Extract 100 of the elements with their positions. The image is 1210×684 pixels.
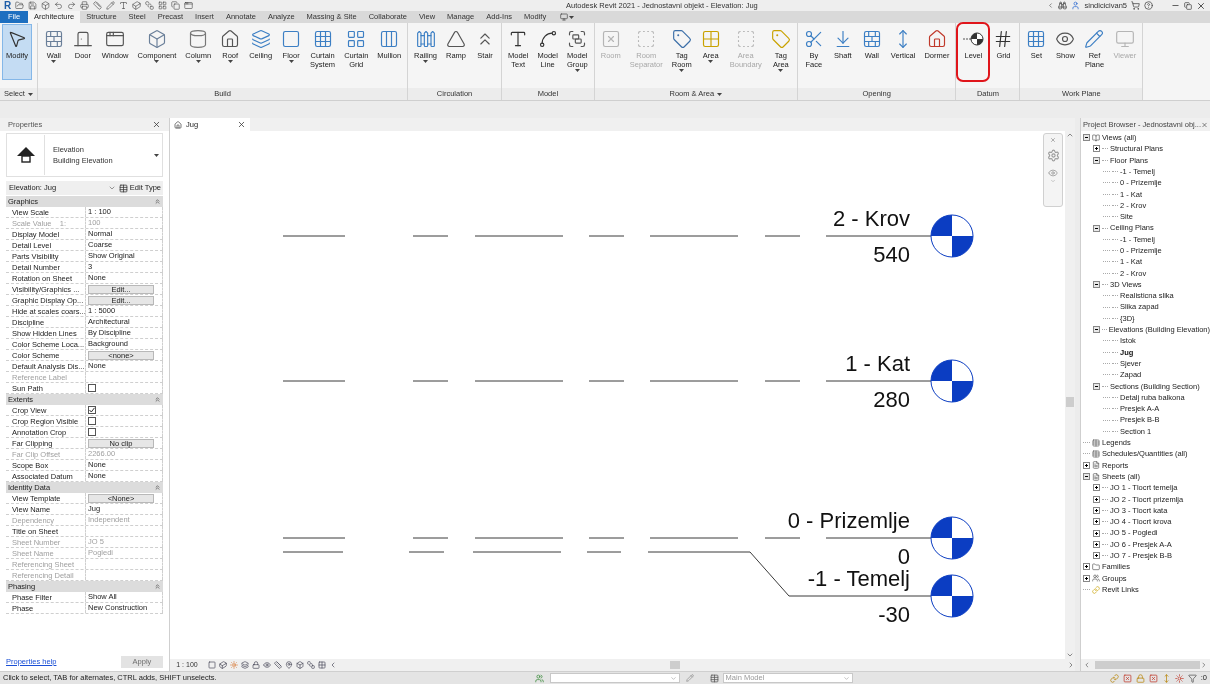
collapse-icon[interactable] [1093,326,1100,334]
collapse-icon[interactable] [1093,281,1100,288]
checkbox[interactable] [88,428,96,436]
view-control-icon[interactable] [329,661,337,669]
expand-icon[interactable] [1083,574,1090,582]
selection-option-icon[interactable] [1174,673,1184,683]
level-head-marker[interactable] [930,574,974,618]
cart-icon[interactable] [1131,1,1140,10]
editable-icon[interactable] [685,674,694,682]
scroll-left-icon[interactable] [1083,661,1091,669]
expand-icon[interactable] [1093,495,1100,503]
sheet-icon [1092,472,1100,481]
view-control-icon[interactable] [263,661,271,669]
view-control-icon[interactable] [252,661,260,669]
scroll-right-icon[interactable] [1200,661,1208,669]
level-elevation[interactable]: 280 [790,388,910,412]
curtain-grid-icon [346,29,367,49]
dropdown-caret-icon [423,60,429,63]
undo-icon[interactable] [54,1,64,10]
edit-type-icon[interactable] [118,183,128,193]
dropdown-caret-icon [154,60,160,63]
view-control-icon[interactable] [219,661,227,669]
selection-option-icon[interactable] [1135,673,1145,683]
worksets-icon[interactable] [534,673,544,683]
level-elevation[interactable]: 0 [790,545,910,569]
tag-area-icon [770,29,791,49]
curtain-system-icon [312,29,333,49]
view-control-icon[interactable] [241,661,249,669]
expand-icon[interactable] [1093,552,1100,560]
level-head-marker[interactable] [930,359,974,403]
save-icon[interactable] [28,1,38,10]
window-icon [105,29,126,49]
view-control-icon[interactable] [285,661,293,669]
restore-icon[interactable] [1184,1,1192,10]
selection-option-icon[interactable] [1161,673,1171,683]
scroll-left-icon[interactable] [1047,2,1055,9]
selection-option-icon[interactable] [1148,673,1158,683]
help-icon[interactable] [1144,1,1153,10]
pointer-icon [7,29,28,49]
scroll-up-icon[interactable] [1066,131,1074,139]
elevation-icon [16,147,35,163]
view-control-icon[interactable] [274,661,282,669]
level-elevation[interactable]: -30 [790,603,910,627]
expand-icon[interactable] [1093,529,1100,537]
dormer-icon [926,29,947,49]
level-head-marker[interactable] [930,516,974,560]
collapse-icon[interactable] [1083,134,1090,142]
close-icon[interactable] [1196,0,1206,11]
view-control-icon[interactable] [318,661,326,669]
horizontal-scrollbar[interactable] [1081,659,1210,671]
expand-icon[interactable] [1093,518,1100,526]
switch-windows-icon[interactable] [184,1,194,10]
view-control-icon[interactable] [208,661,216,669]
collapse-icon[interactable] [1083,473,1090,481]
level-name[interactable]: 0 - Prizemlje [690,509,910,533]
expand-icon[interactable] [1093,145,1100,153]
level-name[interactable]: 2 - Krov [690,207,910,231]
navigation-bar[interactable] [1043,133,1063,207]
ramp-icon [446,29,466,49]
design-options-icon[interactable] [709,673,719,683]
search-icon[interactable] [1058,1,1068,10]
view-control-icon[interactable] [296,661,304,669]
app-logo[interactable]: R [4,0,12,11]
measure-icon[interactable] [93,1,103,10]
selection-option-icon[interactable] [1122,673,1132,683]
scroll-down-icon[interactable] [1066,651,1074,659]
user-icon[interactable] [1071,1,1081,10]
scroll-right-icon[interactable] [1067,661,1075,669]
open-icon[interactable] [15,1,25,10]
groups-icon [1092,574,1100,583]
scrollbar-thumb[interactable] [1066,397,1074,407]
scrollbar-thumb[interactable] [670,661,680,669]
checkbox[interactable] [88,417,96,425]
level-head-marker[interactable] [930,214,974,258]
expand-icon[interactable] [1083,563,1090,571]
expand-icon[interactable] [1093,506,1100,514]
panel-toggle-icon[interactable] [560,13,569,21]
expand-icon[interactable] [1093,484,1100,492]
text-icon[interactable] [119,1,129,10]
workset-dropdown[interactable] [549,673,680,683]
selection-option-icon[interactable] [1109,673,1119,683]
redo-icon[interactable] [67,1,77,10]
collapse-icon[interactable] [1093,156,1100,164]
view-control-icon[interactable] [307,661,315,669]
level-name[interactable]: -1 - Temelj [690,567,910,591]
checkbox[interactable] [88,384,96,392]
checkbox[interactable] [88,406,96,414]
close-icon[interactable] [237,120,246,129]
level-elevation[interactable]: 540 [790,243,910,267]
level-name[interactable]: 1 - Kat [690,352,910,376]
collapse-icon[interactable] [1093,382,1100,390]
filter-icon[interactable] [1187,673,1197,683]
expand-icon[interactable] [1093,540,1100,548]
dropdown-caret-icon [195,60,201,63]
collapse-icon[interactable] [1093,224,1100,232]
close-icon[interactable] [152,120,161,129]
scrollbar-thumb[interactable] [1094,661,1201,669]
print-icon[interactable] [80,1,90,10]
3d-view-icon[interactable] [132,1,142,10]
expand-icon[interactable] [1083,461,1090,469]
